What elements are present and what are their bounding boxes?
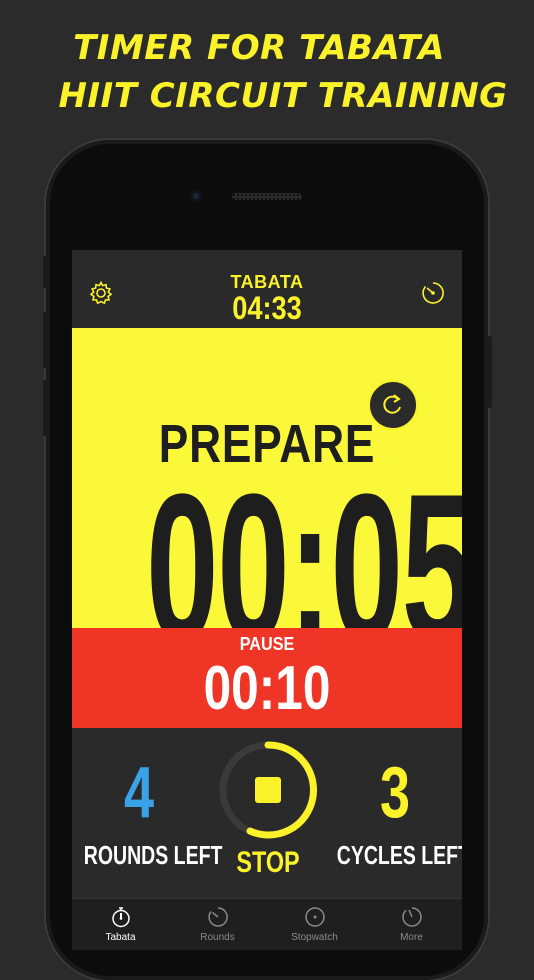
- rounds-icon: [208, 907, 228, 927]
- front-camera: [190, 190, 202, 202]
- next-phase-time: 00:10: [203, 654, 331, 723]
- tab-label: Rounds: [200, 932, 235, 943]
- more-icon: [402, 907, 422, 927]
- tab-label: More: [400, 932, 423, 943]
- stop-icon: [255, 777, 281, 803]
- total-time: 04:33: [232, 290, 302, 326]
- phone-volume-down: [43, 380, 48, 436]
- promo-headline-line2: HIIT CIRCUIT TRAINING: [58, 76, 508, 116]
- refresh-icon: [383, 394, 401, 414]
- stats-area: 4 ROUNDS LEFT STOP 3 CYCLES LEFT: [72, 728, 462, 898]
- phone-volume-up: [43, 312, 48, 368]
- reset-button[interactable]: [368, 380, 418, 430]
- cycles-left-value: 3: [379, 753, 411, 833]
- tab-bar: Tabata Rounds Stopwatch More: [72, 898, 462, 950]
- stopwatch-dial-icon: [305, 907, 325, 927]
- stop-label[interactable]: STOP: [227, 846, 308, 880]
- stop-button[interactable]: [216, 738, 320, 842]
- tab-tabata[interactable]: Tabata: [72, 899, 169, 950]
- timer-dial-icon[interactable]: [420, 280, 446, 306]
- top-bar: TABATA 04:33: [72, 250, 462, 328]
- next-phase-panel: PAUSE 00:10: [72, 628, 462, 728]
- stopwatch-icon: [112, 907, 130, 928]
- cycles-left-label: CYCLES LEFT: [336, 840, 462, 870]
- tab-stopwatch[interactable]: Stopwatch: [266, 899, 363, 950]
- promo-headline-line1: TIMER FOR TABATA: [73, 28, 445, 68]
- tab-more[interactable]: More: [363, 899, 460, 950]
- tab-label: Stopwatch: [291, 932, 338, 943]
- rounds-left-value: 4: [123, 753, 155, 833]
- tab-rounds[interactable]: Rounds: [169, 899, 266, 950]
- app-screen: TABATA 04:33 PREPARE 00:05 PAUSE 00:10 4: [72, 250, 462, 950]
- tab-label: Tabata: [105, 932, 136, 943]
- phone-side-button: [43, 256, 48, 288]
- earpiece-speaker: [232, 193, 302, 200]
- next-phase-label: PAUSE: [239, 634, 295, 654]
- phone-power-button: [487, 336, 492, 408]
- rounds-left-label: ROUNDS LEFT: [83, 840, 223, 870]
- current-phase-panel: PREPARE 00:05: [72, 328, 462, 673]
